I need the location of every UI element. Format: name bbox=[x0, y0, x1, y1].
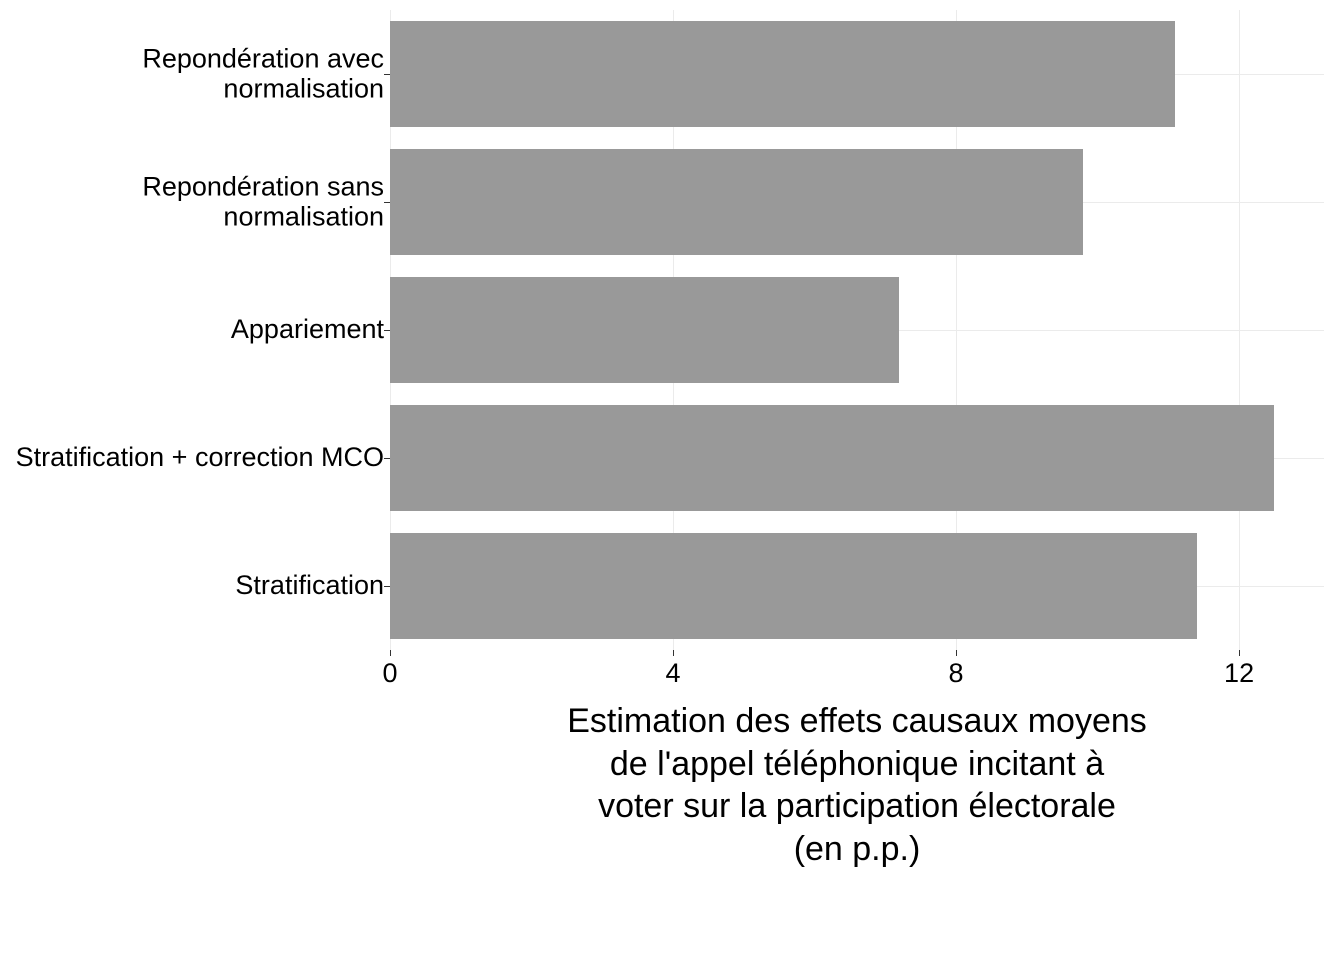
x-tick-mark bbox=[1239, 650, 1240, 656]
x-tick-label: 12 bbox=[1224, 658, 1254, 689]
bar bbox=[390, 405, 1274, 511]
y-tick-mark bbox=[384, 586, 390, 587]
y-tick-mark bbox=[384, 458, 390, 459]
x-tick-mark bbox=[390, 650, 391, 656]
x-tick-mark bbox=[673, 650, 674, 656]
x-axis-title-line: (en p.p.) bbox=[794, 830, 921, 868]
x-tick-label: 4 bbox=[666, 658, 681, 689]
y-tick-label: Stratification bbox=[4, 571, 384, 601]
x-tick-mark bbox=[956, 650, 957, 656]
y-tick-label: Appariement bbox=[4, 315, 384, 345]
y-tick-mark bbox=[384, 330, 390, 331]
x-axis-title-line: de l'appel téléphonique incitant à bbox=[610, 745, 1104, 783]
y-tick-label: Repondération avec normalisation bbox=[4, 44, 384, 103]
bar bbox=[390, 533, 1197, 639]
x-axis-title-line: Estimation des effets causaux moyens bbox=[567, 702, 1147, 740]
x-tick-label: 8 bbox=[949, 658, 964, 689]
x-axis-title-line: voter sur la participation électorale bbox=[598, 787, 1116, 825]
y-tick-mark bbox=[384, 202, 390, 203]
bar bbox=[390, 21, 1175, 127]
bar bbox=[390, 277, 899, 383]
x-tick-label: 0 bbox=[382, 658, 397, 689]
x-axis-title: Estimation des effets causaux moyens de … bbox=[390, 700, 1324, 870]
y-tick-mark bbox=[384, 74, 390, 75]
y-tick-label: Stratification + correction MCO bbox=[4, 443, 384, 473]
chart-container: Repondération avec normalisation Repondé… bbox=[0, 0, 1344, 960]
bar bbox=[390, 149, 1083, 255]
y-tick-label: Repondération sans normalisation bbox=[4, 172, 384, 231]
plot-area bbox=[390, 10, 1324, 650]
